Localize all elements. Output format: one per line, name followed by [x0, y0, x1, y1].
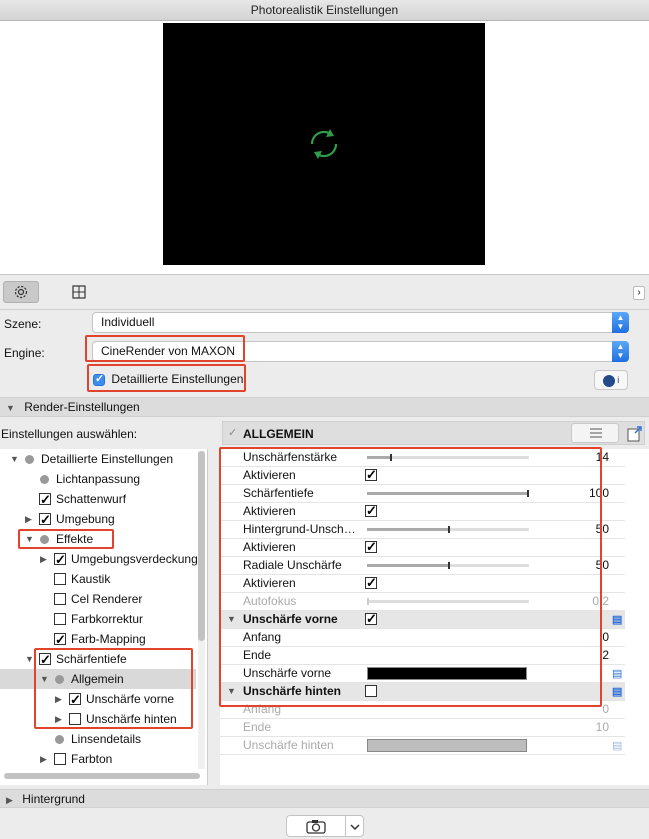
scrollbar-thumb[interactable] [198, 451, 205, 641]
triangle-down-icon: ▼ [6, 403, 15, 413]
triangle-right-icon: ▶ [6, 795, 13, 805]
status-dot-icon [55, 735, 64, 744]
photorealistik-window: Photorealistik Einstellungen › Szene: In… [0, 0, 649, 839]
tree-item-label: Farb-Mapping [71, 632, 146, 646]
chevron-down-icon[interactable] [350, 823, 360, 831]
tree-checkbox[interactable] [54, 613, 66, 625]
param-value[interactable]: 0 [602, 629, 609, 646]
settings-tree[interactable]: ▼ Detaillierte Einstellungen Lichtanpassun… [0, 449, 208, 785]
bottom-bar [0, 807, 649, 839]
animation-track-icon[interactable]: ▤ [612, 667, 626, 681]
param-value[interactable]: 0 [602, 701, 609, 718]
section-background-label: Hintergrund [22, 792, 85, 806]
tree-checkbox[interactable] [54, 593, 66, 605]
section-background[interactable]: ▶ Hintergrund [0, 789, 649, 809]
refresh-icon[interactable] [304, 124, 344, 164]
export-icon[interactable] [627, 424, 643, 445]
triangle-down-icon[interactable]: ▼ [10, 449, 19, 469]
scene-value: Individuell [101, 315, 155, 329]
status-dot-icon [40, 475, 49, 484]
triangle-right-icon[interactable]: ▶ [25, 509, 32, 529]
highlight-parameters [219, 447, 602, 707]
scene-label: Szene: [4, 317, 42, 331]
render-button[interactable] [286, 815, 364, 837]
tree-item-label: Cel Renderer [71, 592, 143, 606]
cinema4d-icon[interactable]: i [594, 370, 628, 390]
tree-item-label: Schattenwurf [56, 492, 127, 506]
tree-item-label: Umgebungsverdeckung [71, 552, 198, 566]
param-row[interactable]: Ende 10 [220, 719, 625, 737]
param-value[interactable]: 2 [602, 647, 609, 664]
tree-checkbox[interactable] [54, 630, 66, 650]
select-arrows-icon: ▲ ▼ [612, 341, 629, 362]
tree-item[interactable]: ▶ Umgebungsverdeckung [0, 549, 198, 570]
param-value[interactable]: 10 [596, 719, 609, 736]
section-render-settings[interactable]: ▼ Render-Einstellungen [0, 397, 649, 417]
list-view-icon[interactable] [571, 423, 619, 443]
tree-item[interactable]: Lichtanpassung [0, 469, 196, 489]
panel-toolbar: › [0, 276, 649, 310]
tree-item[interactable]: ▶ Farbton [0, 749, 196, 769]
panel-header: ✓ ALLGEMEIN [222, 421, 645, 445]
tree-item[interactable]: ▼ Detaillierte Einstellungen [0, 449, 196, 469]
highlight-effekte [18, 529, 114, 549]
chevron-right-icon[interactable]: › [633, 286, 645, 300]
tree-checkbox[interactable] [39, 510, 51, 530]
param-label: Unschärfe hinten [243, 738, 334, 752]
animation-track-icon[interactable]: ▤ [612, 739, 626, 753]
status-dot-icon [25, 455, 34, 464]
param-row[interactable]: Unschärfe hinten ▤ [220, 737, 625, 755]
window-title: Photorealistik Einstellungen [0, 0, 649, 21]
select-arrows-icon: ▲ ▼ [612, 312, 629, 333]
tree-item[interactable]: ▶ Umgebung [0, 509, 196, 530]
preview-area [0, 21, 649, 275]
tree-item-label: Lichtanpassung [56, 472, 141, 486]
tree-horizontal-scrollbar[interactable] [4, 773, 200, 779]
triangle-right-icon[interactable]: ▶ [40, 549, 47, 569]
tree-item[interactable]: Farbkorrektur [0, 609, 196, 629]
grid-icon[interactable] [61, 281, 97, 303]
tree-item-label: Umgebung [56, 512, 115, 526]
tree-item[interactable]: Schattenwurf [0, 489, 196, 510]
camera-icon [306, 820, 326, 834]
engine-label: Engine: [4, 346, 45, 360]
animation-track-icon[interactable]: ▤ [612, 613, 626, 627]
tree-vertical-scrollbar[interactable] [198, 451, 205, 769]
color-swatch[interactable] [367, 739, 527, 752]
tree-item-label: Farbton [71, 752, 113, 766]
tree-item-label: Detaillierte Einstellungen [41, 452, 174, 466]
render-preview [163, 23, 485, 265]
scene-select[interactable]: Individuell ▲ ▼ [92, 312, 629, 333]
tree-checkbox[interactable] [39, 490, 51, 510]
panel-title: ALLGEMEIN [243, 427, 314, 441]
tree-item[interactable]: Linsendetails [0, 729, 196, 749]
tree-item[interactable]: Kaustik [0, 569, 196, 589]
highlight-schaerfentiefe [34, 648, 193, 729]
tree-item-label: Linsendetails [71, 732, 142, 746]
button-divider [345, 816, 346, 836]
tree-item-label: Farbkorrektur [71, 612, 144, 626]
highlight-engine [85, 335, 245, 362]
param-label: Ende [243, 720, 272, 734]
header-check-icon: ✓ [228, 427, 238, 439]
select-settings-label: Einstellungen auswählen: [1, 427, 138, 441]
tree-checkbox[interactable] [54, 550, 66, 570]
triangle-right-icon[interactable]: ▶ [40, 749, 47, 769]
cinema-button-text: i [617, 375, 620, 385]
section-render-label: Render-Einstellungen [24, 400, 140, 414]
tree-item[interactable]: Cel Renderer [0, 589, 196, 609]
animation-track-icon[interactable]: ▤ [612, 685, 626, 699]
triangle-down-icon[interactable]: ▼ [25, 649, 34, 669]
gear-icon[interactable] [3, 281, 39, 303]
tree-checkbox[interactable] [54, 573, 66, 585]
tree-item[interactable]: Farb-Mapping [0, 629, 196, 650]
highlight-detailed [87, 364, 246, 392]
tree-checkbox[interactable] [54, 753, 66, 765]
tree-item-label: Kaustik [71, 572, 111, 586]
